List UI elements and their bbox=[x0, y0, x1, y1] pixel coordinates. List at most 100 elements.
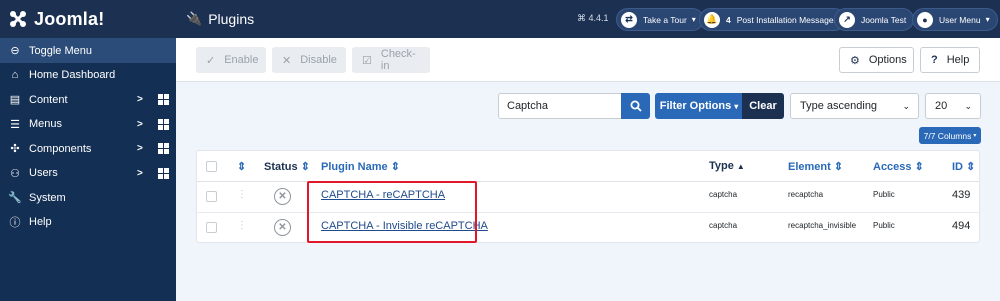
header-element[interactable]: Element ⇕ bbox=[788, 160, 843, 173]
sort-icon: ⇕ bbox=[966, 161, 976, 173]
dashboard-grid-icon[interactable] bbox=[158, 143, 169, 155]
select-all-checkbox[interactable] bbox=[206, 161, 217, 172]
drag-handle-icon[interactable]: ⋮ bbox=[237, 220, 247, 231]
chevron-right-icon: > bbox=[137, 118, 143, 130]
filter-options-label: Filter Options bbox=[659, 100, 732, 112]
logo-text: Joomla! bbox=[34, 8, 105, 29]
page-title: 🔌 Plugins bbox=[186, 11, 254, 27]
row-checkbox[interactable] bbox=[206, 222, 217, 233]
help-button[interactable]: ? Help bbox=[920, 47, 980, 73]
enable-label: Enable bbox=[224, 54, 259, 66]
cell-access: Public bbox=[873, 190, 895, 199]
home-icon: ⌂ bbox=[11, 69, 19, 82]
info-icon: ⓘ bbox=[9, 217, 21, 230]
dashboard-grid-icon[interactable] bbox=[158, 167, 169, 179]
sidebar-item-toggle-menu[interactable]: ⊖ Toggle Menu bbox=[0, 38, 176, 63]
joomla-logo-icon bbox=[10, 11, 26, 27]
columns-label: 7/7 Columns bbox=[923, 130, 972, 141]
search-button[interactable] bbox=[621, 93, 650, 119]
site-link-button[interactable]: ↗ Joomla Test bbox=[834, 8, 915, 31]
question-icon: ? bbox=[931, 54, 938, 66]
search-input[interactable]: Captcha bbox=[498, 93, 622, 119]
drag-handle-icon[interactable]: ⋮ bbox=[237, 189, 247, 200]
post-install-button[interactable]: 🔔 4 Post Installation Messages bbox=[699, 8, 846, 31]
cell-type: captcha bbox=[709, 221, 738, 230]
sidebar-item-label: Help bbox=[29, 216, 52, 229]
header-plugin-name[interactable]: Plugin Name ⇕ bbox=[321, 160, 400, 173]
page-title-text: Plugins bbox=[208, 11, 255, 27]
disabled-status-icon[interactable]: ✕ bbox=[274, 188, 291, 205]
sidebar-item-system[interactable]: 🔧 System bbox=[0, 186, 176, 211]
sidebar-item-content[interactable]: ▤ Content > bbox=[0, 88, 176, 113]
toolbar: ✓ Enable ✕ Disable ☑ Check-in ⚙ Options … bbox=[176, 38, 1000, 82]
checkbox-icon: ☑ bbox=[362, 54, 372, 67]
header-plugin-name-label: Plugin Name bbox=[321, 161, 388, 173]
sidebar-item-home-dashboard[interactable]: ⌂ Home Dashboard bbox=[0, 63, 176, 88]
sidebar-item-label: Content bbox=[29, 93, 68, 106]
header-status[interactable]: Status ⇕ bbox=[264, 160, 310, 173]
highlight-box bbox=[307, 181, 477, 243]
caret-down-icon: ▾ bbox=[973, 133, 977, 139]
sidebar-item-users[interactable]: ⚇ Users > bbox=[0, 161, 176, 186]
row-checkbox[interactable] bbox=[206, 191, 217, 202]
dashboard-grid-icon[interactable] bbox=[158, 118, 169, 130]
sidebar-item-label: Components bbox=[29, 142, 92, 155]
sidebar-item-label: Home Dashboard bbox=[29, 69, 116, 82]
header-access-label: Access bbox=[873, 161, 912, 173]
checkin-button[interactable]: ☑ Check-in bbox=[352, 47, 430, 73]
user-icon: ● bbox=[917, 11, 933, 28]
x-icon: ✕ bbox=[282, 54, 292, 67]
puzzle-icon: ✣ bbox=[10, 143, 20, 156]
sidebar-item-label: Users bbox=[29, 167, 58, 180]
sort-icon: ⇕ bbox=[914, 161, 924, 173]
check-icon: ✓ bbox=[206, 54, 216, 67]
sort-icon: ⇕ bbox=[833, 161, 844, 173]
disabled-status-icon[interactable]: ✕ bbox=[274, 219, 291, 236]
header-id[interactable]: ID ⇕ bbox=[952, 160, 975, 173]
limit-select[interactable]: 20 ⌄ bbox=[925, 93, 981, 119]
chevron-right-icon: > bbox=[137, 94, 143, 106]
checkin-label: Check-in bbox=[380, 48, 416, 72]
disable-button[interactable]: ✕ Disable bbox=[272, 47, 346, 73]
toggle-icon: ⊖ bbox=[10, 45, 20, 57]
user-menu-button[interactable]: ● User Menu ▾ bbox=[912, 8, 998, 31]
sort-value: Type ascending bbox=[800, 100, 878, 112]
disable-label: Disable bbox=[300, 54, 337, 66]
cell-element: recaptcha bbox=[788, 190, 824, 199]
chevron-down-icon: ▾ bbox=[985, 15, 990, 24]
sidebar-item-help[interactable]: ⓘ Help bbox=[0, 210, 176, 235]
users-icon: ⚇ bbox=[10, 167, 20, 180]
joomla-logo[interactable]: Joomla! bbox=[0, 0, 176, 38]
header-status-label: Status bbox=[264, 161, 298, 173]
header-access[interactable]: Access ⇕ bbox=[873, 160, 924, 173]
cell-id: 494 bbox=[952, 220, 971, 232]
options-button[interactable]: ⚙ Options bbox=[839, 47, 914, 73]
ordering-sort-icon[interactable]: ⇕ bbox=[237, 160, 246, 173]
chevron-down-icon: ▾ bbox=[734, 101, 739, 111]
gear-icon: ⚙ bbox=[850, 54, 860, 67]
take-tour-button[interactable]: ⇄ Take a Tour ▾ bbox=[616, 8, 704, 31]
cell-access: Public bbox=[873, 221, 895, 230]
sidebar-item-menus[interactable]: ☰ Menus > bbox=[0, 112, 176, 137]
help-label: Help bbox=[946, 54, 970, 66]
clear-button[interactable]: Clear bbox=[742, 93, 784, 119]
bell-icon: 🔔 bbox=[704, 11, 720, 28]
search-icon bbox=[630, 100, 642, 112]
enable-button[interactable]: ✓ Enable bbox=[196, 47, 266, 73]
external-link-icon: ↗ bbox=[839, 11, 855, 28]
columns-button[interactable]: 7/7 Columns ▾ bbox=[919, 127, 981, 144]
cell-type: captcha bbox=[709, 190, 738, 199]
chevron-down-icon: ⌄ bbox=[902, 101, 910, 111]
limit-value: 20 bbox=[935, 100, 948, 112]
site-link-label: Joomla Test bbox=[861, 14, 907, 25]
version-label: ⌘ 4.4.1 bbox=[577, 13, 609, 23]
sidebar: ⊖ Toggle Menu ⌂ Home Dashboard ▤ Content… bbox=[0, 38, 176, 301]
post-install-count: 4 bbox=[726, 14, 731, 25]
sidebar-item-components[interactable]: ✣ Components > bbox=[0, 137, 176, 162]
header-type[interactable]: Type ▲ bbox=[709, 160, 745, 172]
dashboard-grid-icon[interactable] bbox=[158, 94, 169, 106]
sort-select[interactable]: Type ascending ⌄ bbox=[790, 93, 919, 119]
header-type-label: Type bbox=[709, 160, 734, 172]
sidebar-item-label: Toggle Menu bbox=[29, 44, 92, 57]
filter-options-button[interactable]: Filter Options ▾ bbox=[655, 93, 743, 119]
